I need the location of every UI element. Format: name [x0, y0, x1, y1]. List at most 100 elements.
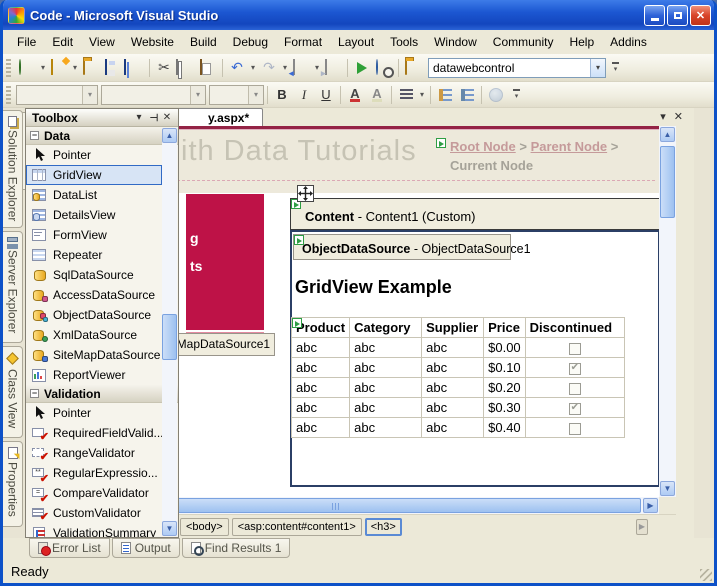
copy-button[interactable]: [175, 57, 197, 79]
smart-tag-icon[interactable]: [294, 235, 304, 245]
toolbox-item-formview[interactable]: FormView: [26, 225, 162, 245]
tag-body[interactable]: <body>: [180, 518, 229, 536]
menu-view[interactable]: View: [81, 32, 123, 52]
toolbox-item-datalist[interactable]: DataList: [26, 185, 162, 205]
navigate-back-button[interactable]: ◂: [290, 57, 312, 79]
menu-tools[interactable]: Tools: [382, 32, 426, 52]
tag-h3[interactable]: <h3>: [365, 518, 402, 536]
menu-window[interactable]: Window: [426, 32, 485, 52]
font-name-combo[interactable]: ▾: [101, 85, 206, 105]
toolbox-item-rangevalidator[interactable]: RangeValidator: [26, 443, 162, 463]
error-list-tab[interactable]: Error List: [29, 538, 110, 558]
toolbar-overflow-chevron[interactable]: ▾: [510, 85, 523, 105]
find-combo-value[interactable]: datawebcontrol: [429, 61, 590, 75]
numbered-list-button[interactable]: [456, 84, 478, 106]
properties-tab[interactable]: Properties: [3, 441, 23, 527]
align-button[interactable]: [395, 84, 417, 106]
toolbox-scrollbar[interactable]: ▲ ▼: [162, 128, 177, 536]
vertical-scroll-thumb[interactable]: [660, 146, 675, 218]
highlight-button[interactable]: A: [366, 84, 388, 106]
output-tab[interactable]: Output: [112, 538, 180, 558]
resize-grip[interactable]: [700, 569, 712, 581]
smart-tag-icon[interactable]: [436, 138, 446, 148]
gridview-table[interactable]: Product Category Supplier Price Disconti…: [291, 317, 625, 438]
discontinued-checkbox[interactable]: [569, 423, 581, 435]
breadcrumb-parent-link[interactable]: Parent Node: [531, 139, 608, 154]
tag-nav-right-arrow[interactable]: ▶: [636, 519, 648, 535]
toolbar-grip[interactable]: [6, 59, 11, 77]
new-website-button[interactable]: [16, 57, 38, 79]
collapse-icon[interactable]: −: [30, 131, 39, 140]
toolbox-menu-dropdown[interactable]: ▾: [132, 112, 146, 123]
start-debug-button[interactable]: [351, 57, 373, 79]
close-document-button[interactable]: ✕: [674, 110, 683, 123]
breadcrumb-root-link[interactable]: Root Node: [450, 139, 516, 154]
design-vertical-scrollbar[interactable]: ▲ ▼: [659, 126, 676, 497]
tag-asp-content[interactable]: <asp:content#content1>: [232, 518, 362, 536]
toolbox-pin-icon[interactable]: ⊤: [148, 111, 159, 125]
discontinued-checkbox[interactable]: [569, 383, 581, 395]
smart-tag-icon[interactable]: [292, 318, 302, 328]
open-website-button[interactable]: [402, 57, 424, 79]
find-combo-dropdown[interactable]: ▾: [590, 59, 605, 77]
toolbox-item-gridview[interactable]: GridView: [26, 165, 162, 185]
toolbox-item-objectdatasource[interactable]: ObjectDataSource: [26, 305, 162, 325]
menu-layout[interactable]: Layout: [330, 32, 382, 52]
toolbox-item-validationsummary[interactable]: ValidationSummary: [26, 523, 162, 537]
toolbox-item-requiredfieldvalidator[interactable]: RequiredFieldValid...: [26, 423, 162, 443]
undo-button[interactable]: ↶: [226, 57, 248, 79]
toolbox-item-sqldatasource[interactable]: SqlDataSource: [26, 265, 162, 285]
scroll-down-button[interactable]: ▼: [162, 521, 177, 536]
save-all-button[interactable]: [124, 57, 146, 79]
menu-website[interactable]: Website: [123, 32, 182, 52]
toolbox-item-repeater[interactable]: Repeater: [26, 245, 162, 265]
move-handle[interactable]: [297, 185, 314, 202]
align-dropdown[interactable]: ▾: [417, 90, 427, 99]
toolbox-section-data[interactable]: − Data: [26, 127, 178, 145]
discontinued-checkbox[interactable]: [569, 343, 581, 355]
hyperlink-button[interactable]: [485, 84, 507, 106]
document-list-dropdown[interactable]: ▾: [660, 110, 666, 123]
menu-help[interactable]: Help: [561, 32, 602, 52]
toolbox-item-pointer-validation[interactable]: Pointer: [26, 403, 162, 423]
bold-button[interactable]: B: [271, 84, 293, 106]
minimize-button[interactable]: [644, 5, 665, 26]
menu-debug[interactable]: Debug: [225, 32, 276, 52]
maximize-button[interactable]: [667, 5, 688, 26]
undo-dropdown[interactable]: ▾: [248, 63, 258, 72]
navigate-forward-button[interactable]: ▸: [322, 57, 344, 79]
find-results-tab[interactable]: Find Results 1: [182, 538, 291, 558]
toolbox-item-pointer[interactable]: Pointer: [26, 145, 162, 165]
add-item-dropdown[interactable]: ▾: [70, 63, 80, 72]
content-control-header[interactable]: Content - Content1 (Custom): [290, 198, 659, 230]
add-new-item-button[interactable]: [48, 57, 70, 79]
collapse-icon[interactable]: −: [30, 389, 39, 398]
menu-build[interactable]: Build: [182, 32, 225, 52]
menu-format[interactable]: Format: [276, 32, 330, 52]
menu-community[interactable]: Community: [485, 32, 562, 52]
close-button[interactable]: ✕: [690, 5, 711, 26]
find-combo[interactable]: datawebcontrol ▾: [428, 58, 606, 78]
new-website-dropdown[interactable]: ▾: [38, 63, 48, 72]
class-view-tab[interactable]: Class View: [3, 346, 23, 438]
scroll-up-button[interactable]: ▲: [660, 127, 675, 142]
toolbox-header[interactable]: Toolbox ▾ ⊤ ✕: [26, 109, 178, 127]
toolbar-grip[interactable]: [6, 86, 11, 104]
target-rule-combo[interactable]: ▾: [16, 85, 98, 105]
menu-addins[interactable]: Addins: [602, 32, 655, 52]
toolbox-section-validation[interactable]: − Validation: [26, 385, 178, 403]
toolbox-item-sitemapdatasource[interactable]: SiteMapDataSource: [26, 345, 162, 365]
toolbox-item-detailsview[interactable]: DetailsView: [26, 205, 162, 225]
menu-file[interactable]: File: [9, 32, 44, 52]
toolbox-item-regularexpressionvalidator[interactable]: ** RegularExpressio...: [26, 463, 162, 483]
toolbox-item-comparevalidator[interactable]: = CompareValidator: [26, 483, 162, 503]
toolbox-item-accessdatasource[interactable]: AccessDataSource: [26, 285, 162, 305]
open-file-button[interactable]: [80, 57, 102, 79]
solution-explorer-tab[interactable]: Solution Explorer: [3, 110, 23, 228]
content-control[interactable]: Content - Content1 (Custom) ObjectDataSo…: [290, 198, 659, 487]
scroll-down-button[interactable]: ▼: [660, 481, 675, 496]
sitemapdatasource-control[interactable]: eMapDataSource1: [163, 333, 275, 356]
toolbox-item-reportviewer[interactable]: ReportViewer: [26, 365, 162, 385]
toolbox-close-icon[interactable]: ✕: [160, 112, 174, 123]
menu-edit[interactable]: Edit: [44, 32, 81, 52]
